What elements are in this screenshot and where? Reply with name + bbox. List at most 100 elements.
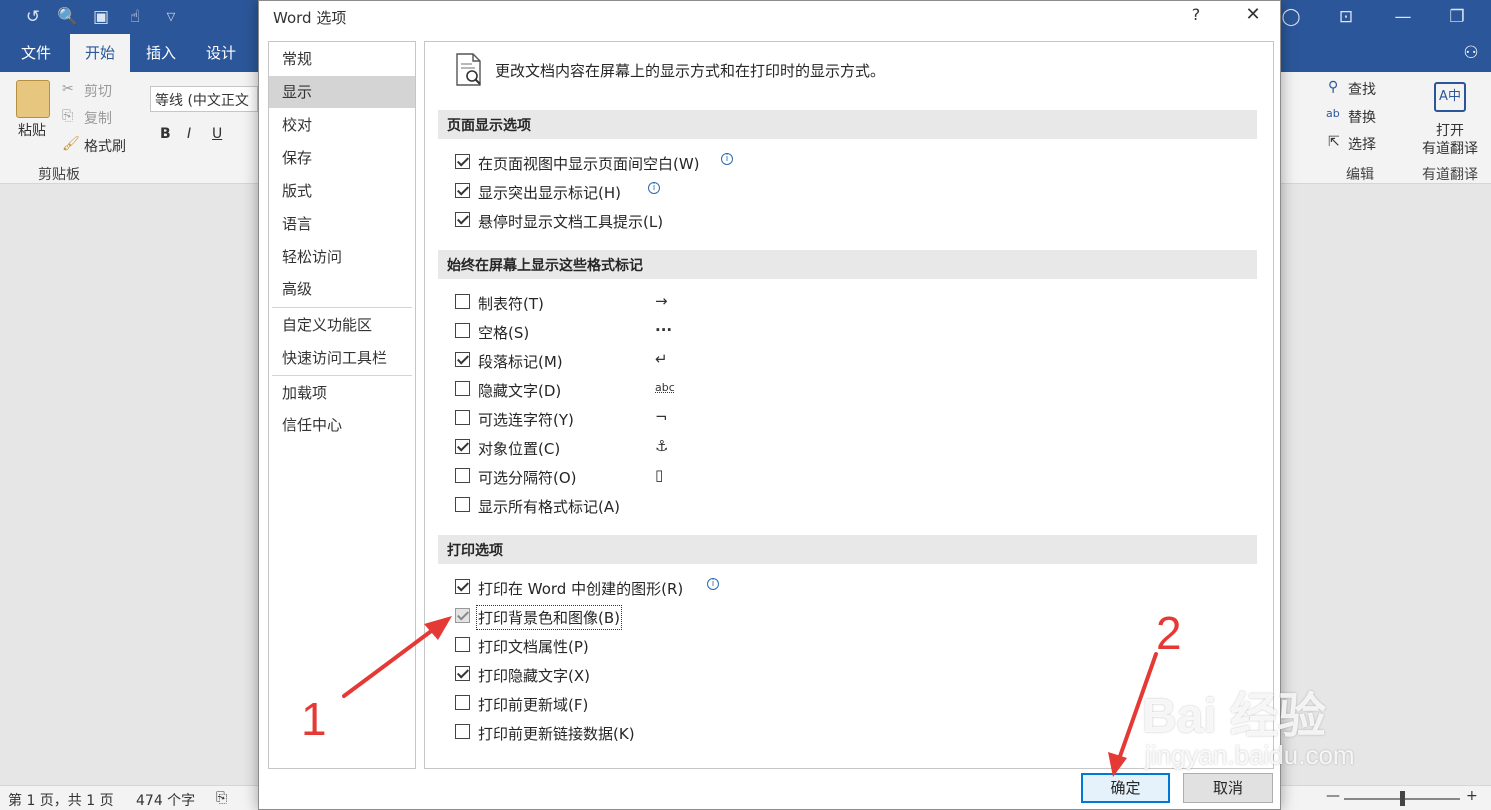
youdao-translate-icon[interactable]: A中 <box>1434 82 1466 112</box>
nav-add-ins[interactable]: 加载项 <box>269 377 415 409</box>
option-label[interactable]: 打印前更新域(F) <box>478 694 588 715</box>
select-button[interactable]: 选择 <box>1348 134 1376 154</box>
underline-button[interactable]: U <box>212 126 222 142</box>
share-icon[interactable]: ⚇ <box>1460 42 1482 64</box>
option-label[interactable]: 在页面视图中显示页面间空白(W) <box>478 153 700 174</box>
checkbox[interactable] <box>455 352 470 367</box>
find-icon[interactable]: ⚲ <box>1328 79 1338 95</box>
option-label[interactable]: 空格(S) <box>478 322 529 343</box>
zoom-in-icon[interactable]: + <box>1466 788 1478 804</box>
ok-button[interactable]: 确定 <box>1081 773 1170 803</box>
nav-language[interactable]: 语言 <box>269 208 415 240</box>
nav-save[interactable]: 保存 <box>269 142 415 174</box>
paste-button[interactable]: 粘贴 <box>18 120 46 140</box>
checkbox[interactable] <box>455 410 470 425</box>
checkbox[interactable] <box>455 468 470 483</box>
option-label[interactable]: 悬停时显示文档工具提示(L) <box>478 211 663 232</box>
checkbox[interactable] <box>455 724 470 739</box>
document-magnifier-icon <box>456 53 481 86</box>
anchor-icon: ⚓ <box>655 437 669 455</box>
option-label[interactable]: 对象位置(C) <box>478 438 560 459</box>
nav-display[interactable]: 显示 <box>269 76 415 108</box>
youdao-button[interactable]: 有道翻译 <box>1422 138 1478 158</box>
cut-button[interactable]: 剪切 <box>84 81 112 101</box>
select-icon[interactable]: ⇱ <box>1328 134 1340 150</box>
checkbox[interactable] <box>455 497 470 512</box>
copy-icon[interactable]: ⎘ <box>62 108 73 124</box>
ribbon-display-icon[interactable]: ⊡ <box>1335 6 1357 28</box>
copy-button[interactable]: 复制 <box>84 108 112 128</box>
watermark-url: jingyan.baidu.com <box>1145 740 1355 770</box>
save-icon[interactable]: ▣ <box>90 6 112 28</box>
nav-quick-access-toolbar[interactable]: 快速访问工具栏 <box>269 342 415 374</box>
redo-icon[interactable]: ↺ <box>22 6 44 28</box>
close-button[interactable]: ✕ <box>1241 4 1265 28</box>
bold-button[interactable]: B <box>160 126 171 142</box>
info-icon[interactable]: i <box>707 578 719 590</box>
minimize-icon[interactable]: — <box>1392 6 1414 28</box>
find-button[interactable]: 查找 <box>1348 79 1376 99</box>
checkbox[interactable] <box>455 212 470 227</box>
info-icon[interactable]: i <box>721 153 733 165</box>
restore-icon[interactable]: ❐ <box>1446 6 1468 28</box>
option-label[interactable]: 打印背景色和图像(B) <box>476 605 622 630</box>
proofing-icon[interactable]: ⎘ <box>216 790 227 806</box>
cancel-button[interactable]: 取消 <box>1183 773 1273 803</box>
tab-design[interactable]: 设计 <box>194 34 248 72</box>
checkbox[interactable] <box>455 579 470 594</box>
hidden-text-icon: abc <box>655 381 675 394</box>
checkbox[interactable] <box>455 637 470 652</box>
open-button[interactable]: 打开 <box>1436 120 1464 140</box>
replace-button[interactable]: 替换 <box>1348 107 1376 127</box>
option-label[interactable]: 打印前更新链接数据(K) <box>478 723 635 744</box>
step-1-label: 1 <box>301 693 327 745</box>
checkbox[interactable] <box>455 381 470 396</box>
checkbox[interactable] <box>455 439 470 454</box>
nav-accessibility[interactable]: 轻松访问 <box>269 241 415 273</box>
zoom-out-icon[interactable]: — <box>1326 788 1340 804</box>
info-icon[interactable]: i <box>648 182 660 194</box>
page-count[interactable]: 第 1 页，共 1 页 <box>8 790 114 810</box>
checkbox[interactable] <box>455 154 470 169</box>
option-label[interactable]: 打印隐藏文字(X) <box>478 665 590 686</box>
option-label[interactable]: 显示突出显示标记(H) <box>478 182 621 203</box>
checkbox[interactable] <box>455 323 470 338</box>
print-preview-icon[interactable]: 🔍 <box>57 6 79 28</box>
option-label[interactable]: 隐藏文字(D) <box>478 380 561 401</box>
font-name-select[interactable]: 等线 (中文正文 <box>150 86 258 112</box>
option-label[interactable]: 制表符(T) <box>478 293 544 314</box>
option-label[interactable]: 可选连字符(Y) <box>478 409 574 430</box>
account-icon[interactable]: ◯ <box>1280 6 1302 28</box>
section-printing: 打印选项 <box>438 535 1257 564</box>
option-label[interactable]: 显示所有格式标记(A) <box>478 496 620 517</box>
nav-layout[interactable]: 版式 <box>269 175 415 207</box>
nav-general[interactable]: 常规 <box>269 43 415 75</box>
nav-advanced[interactable]: 高级 <box>269 273 415 305</box>
replace-icon[interactable]: ab <box>1326 107 1340 120</box>
option-label[interactable]: 打印在 Word 中创建的图形(R) <box>478 578 683 599</box>
format-painter-button[interactable]: 格式刷 <box>84 136 126 156</box>
checkbox[interactable] <box>455 695 470 710</box>
help-button[interactable]: ? <box>1185 5 1207 27</box>
nav-customize-ribbon[interactable]: 自定义功能区 <box>269 309 415 341</box>
tab-insert[interactable]: 插入 <box>134 34 188 72</box>
checkbox[interactable] <box>455 666 470 681</box>
customize-toolbar-icon[interactable]: ▽ <box>160 6 182 28</box>
paste-icon[interactable] <box>16 80 50 118</box>
tab-file[interactable]: 文件 <box>8 34 64 72</box>
word-count[interactable]: 474 个字 <box>136 790 195 810</box>
option-label[interactable]: 可选分隔符(O) <box>478 467 577 488</box>
zoom-slider-thumb[interactable] <box>1400 791 1405 806</box>
option-label[interactable]: 段落标记(M) <box>478 351 563 372</box>
tab-home[interactable]: 开始 <box>70 34 130 72</box>
touch-mode-icon[interactable]: ☝ <box>124 6 146 28</box>
format-painter-icon[interactable]: 🖌 <box>62 136 80 152</box>
nav-trust-center[interactable]: 信任中心 <box>269 409 415 441</box>
checkbox[interactable] <box>455 608 470 623</box>
checkbox[interactable] <box>455 294 470 309</box>
nav-proofing[interactable]: 校对 <box>269 109 415 141</box>
italic-button[interactable]: I <box>187 126 191 142</box>
option-label[interactable]: 打印文档属性(P) <box>478 636 589 657</box>
cut-icon[interactable]: ✂ <box>62 81 74 97</box>
checkbox[interactable] <box>455 183 470 198</box>
